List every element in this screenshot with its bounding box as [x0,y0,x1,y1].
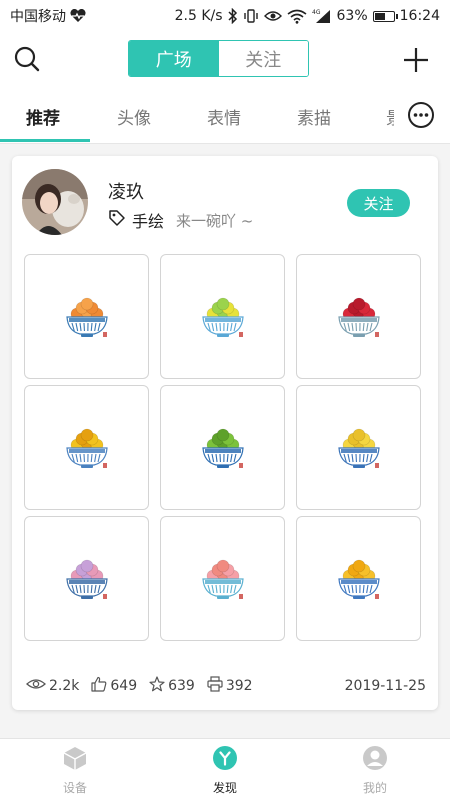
profile-icon [362,745,388,775]
bluetooth-icon [227,8,238,24]
favorites-count: 639 [168,678,195,694]
cellular-signal-icon: 4G [312,9,332,24]
grid-image-7[interactable] [24,516,149,641]
search-icon[interactable] [12,44,42,74]
clock: 16:24 [399,8,440,24]
prints-count: 392 [225,678,253,694]
active-tab-indicator [0,139,90,142]
battery-icon [372,10,398,22]
nav-mine[interactable]: 我的 [330,745,420,796]
likes-stat[interactable]: 649 [91,676,137,696]
grid-image-6[interactable] [296,385,421,510]
more-icon[interactable] [406,100,436,130]
post-description: 来一碗吖 ~ [176,211,254,230]
image-grid [24,254,422,644]
post-card[interactable]: 凌玖 手绘 来一碗吖 ~ 关注 2.2k 649 639 392 2019-11… [12,156,438,710]
top-bar: 广场 关注 [0,32,450,86]
tab-avatar[interactable]: 头像 [117,104,151,129]
carrier-label: 中国移动 [10,9,66,25]
avatar[interactable] [22,169,88,235]
fruit-bowl-icon [65,559,108,599]
fruit-bowl-icon [201,428,244,468]
favorites-stat[interactable]: 639 [149,676,195,696]
nav-discover[interactable]: 发现 [180,745,270,796]
tab-scenery-partial[interactable]: 景 [386,104,394,129]
views-stat: 2.2k [26,677,79,695]
post-date: 2019-11-25 [344,678,426,694]
nav-device-label: 设备 [62,781,87,795]
discover-icon [212,745,238,775]
square-follow-switch: 广场 关注 [128,40,309,77]
tab-recommended[interactable]: 推荐 [26,104,60,129]
user-name[interactable]: 凌玖 [108,178,144,204]
eye-icon [26,677,46,695]
grid-image-3[interactable] [296,254,421,379]
network-speed: 2.5 K/s [174,8,223,24]
grid-image-4[interactable] [24,385,149,510]
nav-mine-label: 我的 [362,781,387,795]
fruit-bowl-icon [337,297,380,337]
fruit-bowl-icon [201,559,244,599]
heart-rate-icon [69,9,87,23]
tab-sketch[interactable]: 素描 [297,104,331,129]
tag-row: 手绘 来一碗吖 ~ [108,208,253,232]
tag-label[interactable]: 手绘 [132,208,164,232]
nav-device[interactable]: 设备 [30,745,120,796]
star-icon [149,676,165,696]
bottom-nav: 设备 发现 我的 [0,738,450,800]
tab-emoji[interactable]: 表情 [207,104,241,129]
follow-button[interactable]: 关注 [347,189,410,217]
prints-stat[interactable]: 392 [207,676,253,696]
grid-image-8[interactable] [160,516,285,641]
tag-icon [108,209,126,231]
wifi-icon [287,9,307,24]
segment-square[interactable]: 广场 [129,41,219,76]
fruit-bowl-icon [337,428,380,468]
fruit-bowl-icon [65,297,108,337]
printer-icon [207,676,223,696]
status-bar: 中国移动 2.5 K/s 4G 63% 16:24 [0,0,450,32]
grid-image-2[interactable] [160,254,285,379]
category-tabs: 推荐 头像 表情 素描 景 [0,86,450,144]
views-count: 2.2k [49,678,80,694]
plus-icon[interactable] [400,44,432,76]
grid-image-5[interactable] [160,385,285,510]
battery-percent: 63% [336,8,368,24]
post-stats: 2.2k 649 639 392 2019-11-25 [26,676,426,696]
thumbs-up-icon [91,676,107,696]
vibrate-icon [243,8,259,24]
grid-image-9[interactable] [296,516,421,641]
cube-icon [62,745,88,775]
svg-text:4G: 4G [312,9,321,16]
fruit-bowl-icon [201,297,244,337]
fruit-bowl-icon [337,559,380,599]
likes-count: 649 [110,678,138,694]
eye-comfort-icon [263,9,282,23]
grid-image-1[interactable] [24,254,149,379]
nav-discover-label: 发现 [212,781,237,795]
fruit-bowl-icon [65,428,108,468]
segment-following[interactable]: 关注 [218,41,308,76]
